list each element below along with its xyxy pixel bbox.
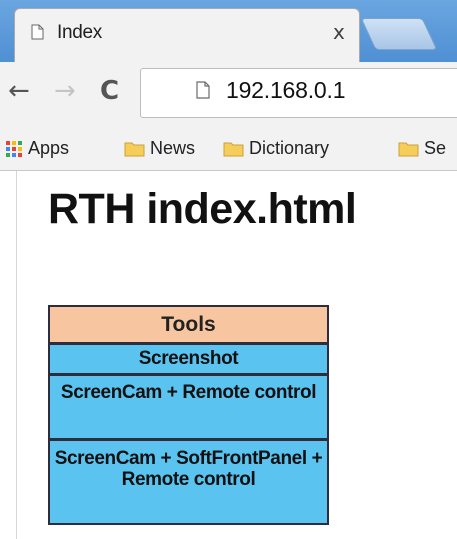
tools-table: Tools Screenshot ScreenCam + Remote cont… [48, 305, 329, 525]
page-title: RTH index.html [48, 185, 357, 233]
tab-close-icon[interactable]: x [333, 20, 345, 44]
bookmark-se[interactable]: Se [424, 138, 446, 159]
page-favicon-icon [31, 24, 44, 40]
bookmark-news[interactable]: News [150, 138, 195, 159]
folder-icon [223, 142, 244, 157]
forward-arrow-icon[interactable]: → [54, 76, 76, 106]
tool-link-screencam-softfrontpanel-remote[interactable]: ScreenCam + SoftFrontPanel + Remote cont… [50, 438, 327, 523]
url-text[interactable]: 192.168.0.1 [226, 77, 346, 104]
reload-icon[interactable]: C [100, 76, 119, 106]
bookmark-apps[interactable]: Apps [28, 138, 69, 159]
folder-icon [124, 142, 145, 157]
tool-link-screencam-remote[interactable]: ScreenCam + Remote control [50, 373, 327, 438]
tools-header: Tools [50, 307, 327, 342]
tab-title: Index [57, 22, 102, 43]
apps-grid-icon [6, 141, 22, 157]
back-arrow-icon[interactable]: ← [8, 76, 30, 106]
folder-icon [398, 142, 419, 157]
content-edge [16, 171, 17, 539]
page-info-icon[interactable] [196, 81, 210, 99]
tool-link-screenshot[interactable]: Screenshot [50, 342, 327, 373]
bookmark-dictionary[interactable]: Dictionary [249, 138, 329, 159]
browser-tab[interactable]: Index x [14, 8, 360, 62]
